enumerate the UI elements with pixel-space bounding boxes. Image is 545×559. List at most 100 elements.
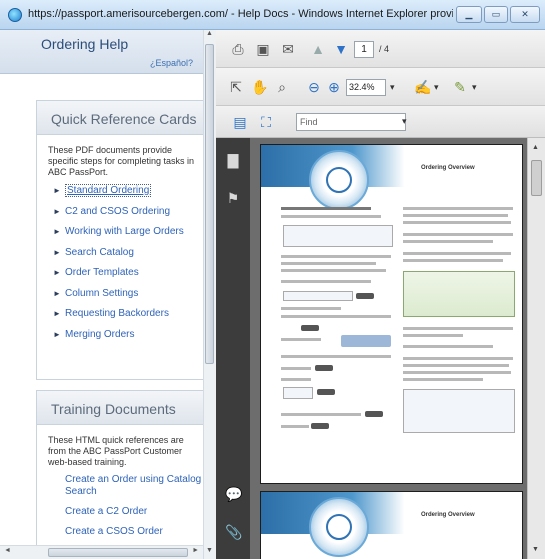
pen-dropdown-icon[interactable]: ▾ bbox=[472, 82, 477, 93]
text-line bbox=[403, 364, 509, 367]
minimize-button[interactable]: ▁ bbox=[456, 6, 482, 23]
quick-reference-panel: Quick Reference Cards These PDF document… bbox=[36, 100, 204, 380]
text-line bbox=[403, 240, 493, 243]
document-viewport[interactable]: Ordering Overview Ordering Overview bbox=[250, 138, 527, 559]
pen-icon[interactable]: ✎ bbox=[452, 79, 468, 95]
button-thumbnail bbox=[341, 335, 391, 347]
button-thumbnail bbox=[315, 365, 333, 371]
arrow-right-icon: ► bbox=[53, 288, 61, 298]
link-merging-orders[interactable]: ► Merging Orders bbox=[53, 328, 203, 349]
arrow-right-icon: ► bbox=[53, 309, 61, 318]
text-line bbox=[281, 425, 309, 428]
sign-dropdown-icon[interactable]: ▾ bbox=[434, 82, 439, 93]
comments-icon[interactable]: 💬 bbox=[225, 486, 242, 502]
help-header: Ordering Help ¿Español? bbox=[0, 30, 203, 74]
spanish-link[interactable]: ¿Español? bbox=[150, 58, 193, 68]
text-line bbox=[403, 334, 463, 337]
scroll-down-icon[interactable]: ▼ bbox=[204, 547, 215, 559]
sign-icon[interactable]: ✍ bbox=[414, 79, 431, 95]
reader-navigation-panel: ▇ ⚑ 💬 📎 bbox=[216, 138, 250, 559]
link-create-csos-order[interactable]: ►Create a CSOS Order bbox=[53, 526, 203, 538]
document-page: Ordering Overview bbox=[260, 491, 523, 559]
text-line bbox=[281, 280, 371, 283]
quick-reference-description: These PDF documents provide specific ste… bbox=[48, 145, 195, 177]
help-horizontal-scrollbar[interactable]: ◄ ► bbox=[0, 545, 203, 559]
email-icon[interactable]: ✉ bbox=[280, 41, 296, 57]
link-search-catalog[interactable]: ► Search Catalog bbox=[53, 246, 203, 267]
link-order-templates[interactable]: ► Order Templates bbox=[53, 266, 203, 287]
zoom-in-icon[interactable]: ⊕ bbox=[326, 79, 342, 95]
reader-toolbar-primary: ⎙ ▣ ✉ ▲ ▼ 1 / 4 bbox=[216, 30, 545, 68]
text-line bbox=[403, 221, 511, 224]
text-line bbox=[281, 269, 386, 272]
scroll-down-icon[interactable]: ▼ bbox=[532, 546, 539, 553]
single-page-view-icon[interactable]: ▤ bbox=[232, 114, 248, 130]
find-input[interactable]: Find bbox=[296, 113, 406, 131]
scroll-up-icon[interactable]: ▲ bbox=[532, 144, 539, 151]
text-line bbox=[281, 315, 391, 318]
close-button[interactable]: ✕ bbox=[510, 6, 540, 23]
link-c2-csos-ordering[interactable]: ► C2 and CSOS Ordering bbox=[53, 205, 203, 226]
screenshot-thumbnail bbox=[283, 291, 353, 301]
screenshot-thumbnail bbox=[283, 387, 313, 399]
browser-window: https://passport.amerisourcebergen.com/ … bbox=[0, 0, 545, 559]
link-standard-ordering[interactable]: ► Standard Ordering bbox=[53, 184, 203, 205]
text-line bbox=[281, 207, 371, 210]
text-line bbox=[281, 355, 391, 358]
hand-icon[interactable]: ✋ bbox=[251, 79, 268, 95]
scroll-right-icon[interactable]: ► bbox=[192, 547, 199, 554]
link-create-c2-order[interactable]: ►Create a C2 Order bbox=[53, 506, 203, 518]
button-thumbnail bbox=[301, 325, 319, 331]
page-thumbnails-icon[interactable]: ▇ bbox=[225, 152, 241, 168]
arrow-right-icon: ► bbox=[53, 268, 61, 277]
screenshot-thumbnail bbox=[283, 225, 393, 247]
find-dropdown-icon[interactable]: ▾ bbox=[402, 116, 407, 127]
select-icon[interactable]: ⇱ bbox=[228, 79, 244, 95]
arrow-right-icon: ► bbox=[53, 526, 65, 538]
quick-reference-header: Quick Reference Cards bbox=[37, 101, 203, 135]
text-line bbox=[403, 371, 511, 374]
link-create-order-catalog[interactable]: ►Create an Order using Catalog Search bbox=[53, 474, 203, 498]
scroll-up-icon[interactable]: ▲ bbox=[204, 30, 215, 42]
help-horizontal-scroll-thumb[interactable] bbox=[48, 548, 188, 557]
passport-logo bbox=[309, 150, 369, 210]
text-line bbox=[403, 207, 513, 210]
zoom-tool-icon[interactable]: ⌕ bbox=[274, 79, 290, 95]
document-scroll-thumb[interactable] bbox=[531, 160, 542, 196]
text-line bbox=[403, 378, 483, 381]
zoom-input[interactable]: 32.4% bbox=[346, 79, 386, 96]
zoom-out-icon[interactable]: ⊖ bbox=[306, 79, 322, 95]
document-vertical-scrollbar[interactable]: ▲ ▼ bbox=[527, 138, 545, 559]
page-number-input[interactable]: 1 bbox=[354, 41, 374, 58]
arrow-right-icon: ► bbox=[53, 329, 61, 339]
link-large-orders[interactable]: ► Working with Large Orders bbox=[53, 225, 203, 246]
text-line bbox=[281, 307, 341, 310]
zoom-dropdown-icon[interactable]: ▾ bbox=[390, 82, 395, 93]
quick-reference-list: ► Standard Ordering ► C2 and CSOS Ordering… bbox=[53, 184, 203, 348]
save-icon[interactable]: ▣ bbox=[255, 41, 271, 57]
text-line bbox=[403, 259, 503, 262]
page-heading: Ordering Overview bbox=[421, 165, 475, 171]
print-icon[interactable]: ⎙ bbox=[230, 41, 246, 57]
help-vertical-scroll-thumb[interactable] bbox=[205, 44, 214, 364]
page-banner bbox=[261, 145, 522, 187]
bookmarks-icon[interactable]: ⚑ bbox=[225, 190, 241, 206]
text-line bbox=[281, 367, 311, 370]
link-requesting-backorders[interactable]: ► Requesting Backorders bbox=[53, 307, 203, 328]
text-line bbox=[403, 233, 513, 236]
text-line bbox=[403, 327, 513, 330]
text-line bbox=[281, 338, 321, 341]
help-vertical-scrollbar[interactable]: ▲ ▼ bbox=[203, 30, 215, 559]
previous-page-icon[interactable]: ▲ bbox=[310, 41, 326, 57]
text-line bbox=[403, 345, 493, 348]
reader-toolbar-secondary: ⇱ ✋ ⌕ ⊖ ⊕ 32.4% ▾ ✍ ▾ ✎ ▾ bbox=[216, 68, 545, 106]
fit-page-icon[interactable]: ⛶ bbox=[258, 114, 274, 130]
attachments-icon[interactable]: 📎 bbox=[225, 524, 242, 540]
next-page-icon[interactable]: ▼ bbox=[333, 41, 349, 57]
scroll-left-icon[interactable]: ◄ bbox=[4, 547, 11, 554]
text-line bbox=[281, 215, 381, 218]
help-title: Ordering Help bbox=[41, 36, 129, 52]
maximize-button[interactable]: ▭ bbox=[484, 6, 508, 23]
button-thumbnail bbox=[311, 423, 329, 429]
link-column-settings[interactable]: ► Column Settings bbox=[53, 287, 203, 308]
